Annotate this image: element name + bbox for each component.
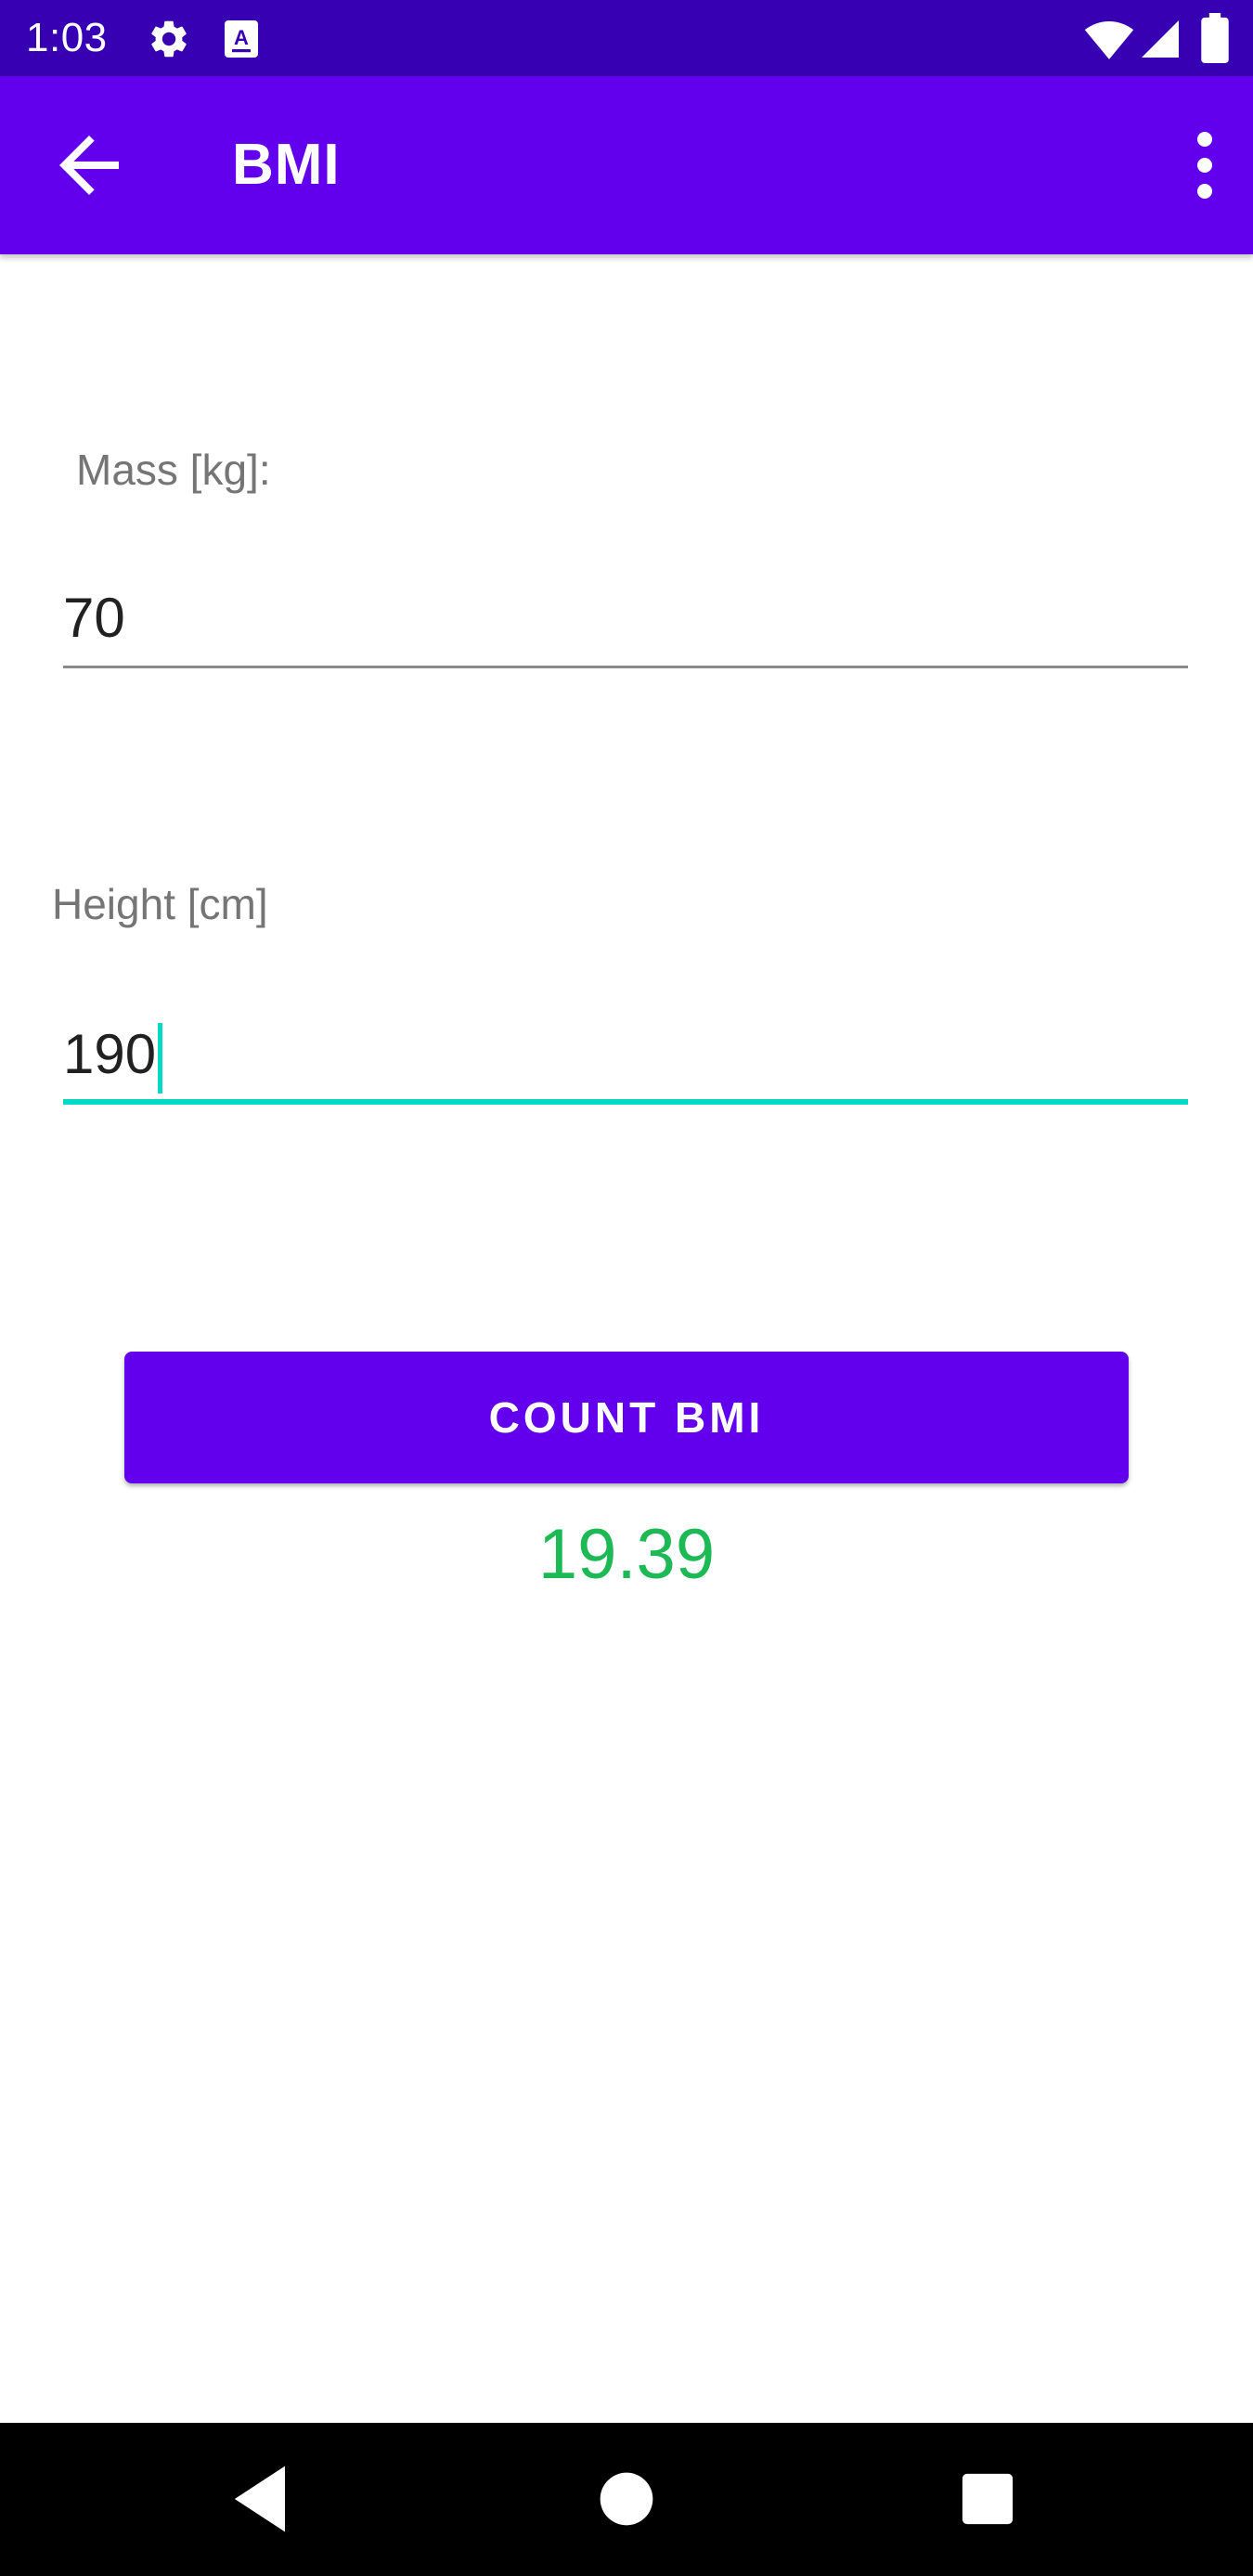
height-label: Height [cm]: [52, 880, 268, 928]
mass-input[interactable]: [63, 566, 1188, 668]
wifi-icon: [1084, 21, 1134, 59]
settings-icon: [151, 20, 187, 58]
text-cursor: [158, 1023, 162, 1094]
bmi-screen: 1:03 A BMI Mass [kg]: 70 Height [cm] 190…: [0, 0, 1253, 2576]
count-bmi-button[interactable]: COUNT BMI: [124, 1352, 1129, 1483]
nav-recents-icon[interactable]: [941, 2453, 1034, 2545]
svg-text:A: A: [234, 26, 249, 49]
mass-label: Mass [kg]:: [76, 446, 271, 494]
status-time: 1:03: [26, 15, 108, 60]
navigation-bar: [0, 2423, 1253, 2576]
mass-underline: [63, 666, 1188, 668]
font-accessibility-icon: A: [225, 20, 258, 58]
more-vert-icon[interactable]: [1160, 121, 1249, 210]
app-bar: BMI: [0, 76, 1253, 254]
mass-field: [63, 566, 1188, 668]
height-underline: [63, 1099, 1188, 1105]
back-arrow-icon[interactable]: [45, 121, 134, 210]
nav-home-icon[interactable]: [580, 2453, 673, 2545]
status-bar: 1:03 A: [0, 0, 1253, 76]
height-field: [63, 1003, 1188, 1105]
height-input[interactable]: [63, 1003, 1188, 1105]
bmi-result: 19.39: [537, 1515, 716, 1594]
nav-back-icon[interactable]: [215, 2453, 308, 2545]
battery-icon: [1201, 13, 1229, 63]
page-title: BMI: [232, 133, 341, 197]
signal-icon: [1142, 20, 1179, 58]
